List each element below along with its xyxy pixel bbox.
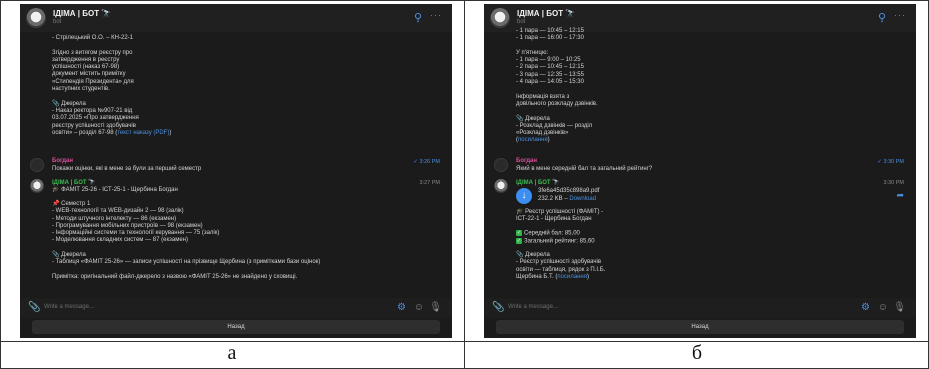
download-icon[interactable]: ↓ [516,188,532,204]
message-time: 3:27 PM [419,180,440,186]
chat-panel-right: ІДІМА | БОТ 🔭 bot ⚲ ··· - 1 пара — 10:45… [484,4,916,338]
bot-avatar[interactable] [490,8,510,28]
back-button[interactable]: Назад [496,320,904,334]
chat-messages: - 1 пара — 10:45 – 12:15 - 1 пара — 16:0… [484,28,916,302]
bot-name: ІДІМА | БОТ 🔭 [52,180,96,186]
message-time: ✓ 3:26 PM [413,159,440,165]
message-input-bar: 📎 Write a message... ⚙ ☺ 🎙 [20,298,452,318]
bot-message-top: - Стрілецький О.О. – КН-22-1 Згідно з ви… [52,35,172,136]
check-icon: ✓ [516,230,522,236]
chat-subtitle: bot [53,19,62,25]
check-icon: ✓ [516,238,522,244]
sources: 📎 Джерела - Реєстр успішності здобувачів… [516,252,606,280]
more-icon[interactable]: ··· [430,10,442,20]
attach-icon[interactable]: 📎 [492,302,504,313]
table-border-middle [464,0,465,369]
chat-messages: - Стрілецький О.О. – КН-22-1 Згідно з ви… [20,32,452,302]
microphone-icon[interactable]: 🎙 [893,302,906,313]
user-message: Покажи оцінки, які в мене за були за пер… [52,166,202,172]
message-input[interactable]: Write a message... [44,304,94,310]
emoji-icon[interactable]: ☺ [878,302,888,313]
bot-emoji-icon: 🔭 [101,9,112,18]
message-time: ✓ 3:30 PM [877,159,904,165]
bot-message-heading: 🎓 ФАМІТ 25-26 - ІСТ-25-1 - Щербина Богда… [52,187,178,193]
chat-title[interactable]: ІДІМА | БОТ 🔭 [517,9,575,18]
file-meta: 232.2 KB – Download [538,196,597,202]
bot-avatar[interactable] [26,8,46,28]
figure-frame: ІДІМА | БОТ 🔭 bot ⚲ ··· - Стрілецький О.… [0,0,929,369]
average-score: ✓ Середній бал: 85,00 [516,230,580,237]
search-icon[interactable]: ⚲ [878,11,886,24]
table-border-left [0,0,1,369]
message-input-bar: 📎 Write a message... ⚙ ☺ 🎙 [484,298,916,318]
table-border-top [0,0,929,1]
bot-avatar-small[interactable] [494,179,508,193]
share-icon[interactable]: ➦ [896,190,904,201]
user-avatar[interactable] [30,158,44,172]
bot-avatar-small[interactable] [30,179,44,193]
chat-title[interactable]: ІДІМА | БОТ 🔭 [53,9,111,18]
source-link[interactable]: текст наказу (PDF) [117,130,169,136]
caption-b: б [691,342,703,364]
file-name[interactable]: 3fe6a45d35c898a9.pdf [538,188,599,195]
user-name: Богдан [516,158,538,164]
bot-emoji-icon: 🔭 [565,9,576,18]
back-button[interactable]: Назад [32,320,440,334]
user-message: Який в мене середній бал та загальний ре… [516,166,653,172]
chat-panel-left: ІДІМА | БОТ 🔭 bot ⚲ ··· - Стрілецький О.… [20,4,452,338]
message-input[interactable]: Write a message... [508,304,558,310]
overall-rating: ✓ Загальний рейтинг: 85,60 [516,238,595,245]
bot-message-top: - 1 пара — 10:45 – 12:15 - 1 пара — 16:0… [516,28,598,144]
attach-icon[interactable]: 📎 [28,302,40,313]
bot-message-heading: 🎓 Реєстр успішності (ФАМІТ) - ІСТ-22-1 -… [516,209,604,223]
chat-subtitle: bot [517,19,526,25]
user-name: Богдан [52,158,74,164]
chat-header: ІДІМА | БОТ 🔭 bot ⚲ ··· [20,4,452,32]
more-icon[interactable]: ··· [894,10,906,20]
bot-message-body: 📌 Семестр 1 - WEB-технології та WEB-диза… [52,201,321,280]
user-avatar[interactable] [494,158,508,172]
source-link[interactable]: посилання [518,137,548,143]
bot-name: ІДІМА | БОТ 🔭 [516,180,560,186]
bot-commands-icon[interactable]: ⚙ [397,302,406,313]
source-link[interactable]: посилання [557,274,587,280]
caption-a: а [227,342,237,364]
download-link[interactable]: Download [569,196,596,202]
message-time: 3:30 PM [883,180,904,186]
microphone-icon[interactable]: 🎙 [429,302,442,313]
bot-commands-icon[interactable]: ⚙ [861,302,870,313]
search-icon[interactable]: ⚲ [414,11,422,24]
emoji-icon[interactable]: ☺ [414,302,424,313]
